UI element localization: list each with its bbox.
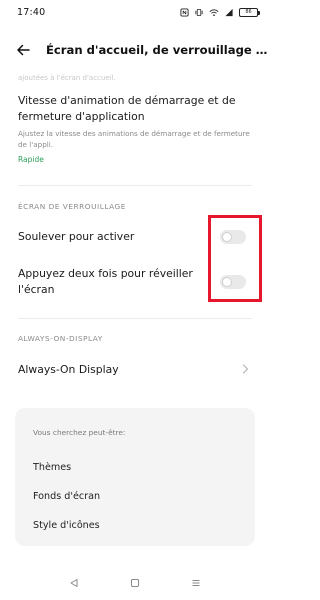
- square-home-icon: [130, 579, 139, 587]
- setting-description: Ajustez la vitesse des animations de dém…: [18, 129, 250, 149]
- nav-recents-button[interactable]: [189, 576, 203, 590]
- battery-icon: 86: [239, 7, 260, 17]
- back-arrow-icon: [17, 44, 30, 56]
- scrolled-description: ajoutées à l'écran d'accueil.: [18, 74, 116, 82]
- always-on-display-item[interactable]: Always-On Display: [18, 358, 252, 380]
- app-header: Écran d'accueil, de verrouillage et Alwa…: [0, 36, 270, 64]
- aod-label: Always-On Display: [18, 362, 119, 376]
- suggestion-wallpapers[interactable]: Fonds d'écran: [33, 482, 255, 511]
- triangle-back-icon: [70, 579, 78, 587]
- suggestion-themes[interactable]: Thèmes: [33, 453, 255, 482]
- system-nav-bar: [0, 572, 270, 594]
- chevron-right-icon: [240, 364, 250, 374]
- status-icons: 86: [180, 7, 260, 17]
- status-time: 17:40: [17, 6, 46, 18]
- vibrate-icon: [195, 8, 203, 16]
- nav-home-button[interactable]: [128, 576, 142, 590]
- section-header-lock-screen: ÉCRAN DE VERROUILLAGE: [18, 202, 126, 211]
- divider: [18, 185, 252, 186]
- menu-recents-icon: [192, 580, 200, 586]
- toggle-label: Appuyez deux fois pour réveiller l'écran: [18, 267, 193, 296]
- divider: [18, 318, 252, 319]
- section-header-aod: ALWAYS-ON-DISPLAY: [18, 334, 103, 343]
- animation-speed-setting[interactable]: Vitesse d'animation de démarrage et de f…: [18, 93, 250, 164]
- setting-title: Vitesse d'animation de démarrage et de f…: [18, 94, 236, 123]
- battery-level: 86: [245, 9, 252, 15]
- nav-back-button[interactable]: [67, 576, 81, 590]
- status-bar: 17:40 86: [0, 0, 270, 24]
- suggestion-icon-style[interactable]: Style d'icônes: [33, 511, 255, 540]
- wifi-icon: [209, 8, 219, 16]
- suggestions-heading: Vous cherchez peut-être:: [33, 428, 126, 437]
- page-title: Écran d'accueil, de verrouillage et Alwa…: [46, 43, 268, 57]
- nfc-icon: [180, 7, 189, 17]
- toggle-label: Soulever pour activer: [18, 230, 135, 243]
- highlight-annotation-box: [208, 215, 262, 302]
- back-button[interactable]: [14, 41, 32, 59]
- signal-icon: [225, 8, 233, 16]
- setting-value: Rapide: [18, 155, 44, 164]
- suggestions-card: Vous cherchez peut-être: Thèmes Fonds d'…: [15, 408, 255, 546]
